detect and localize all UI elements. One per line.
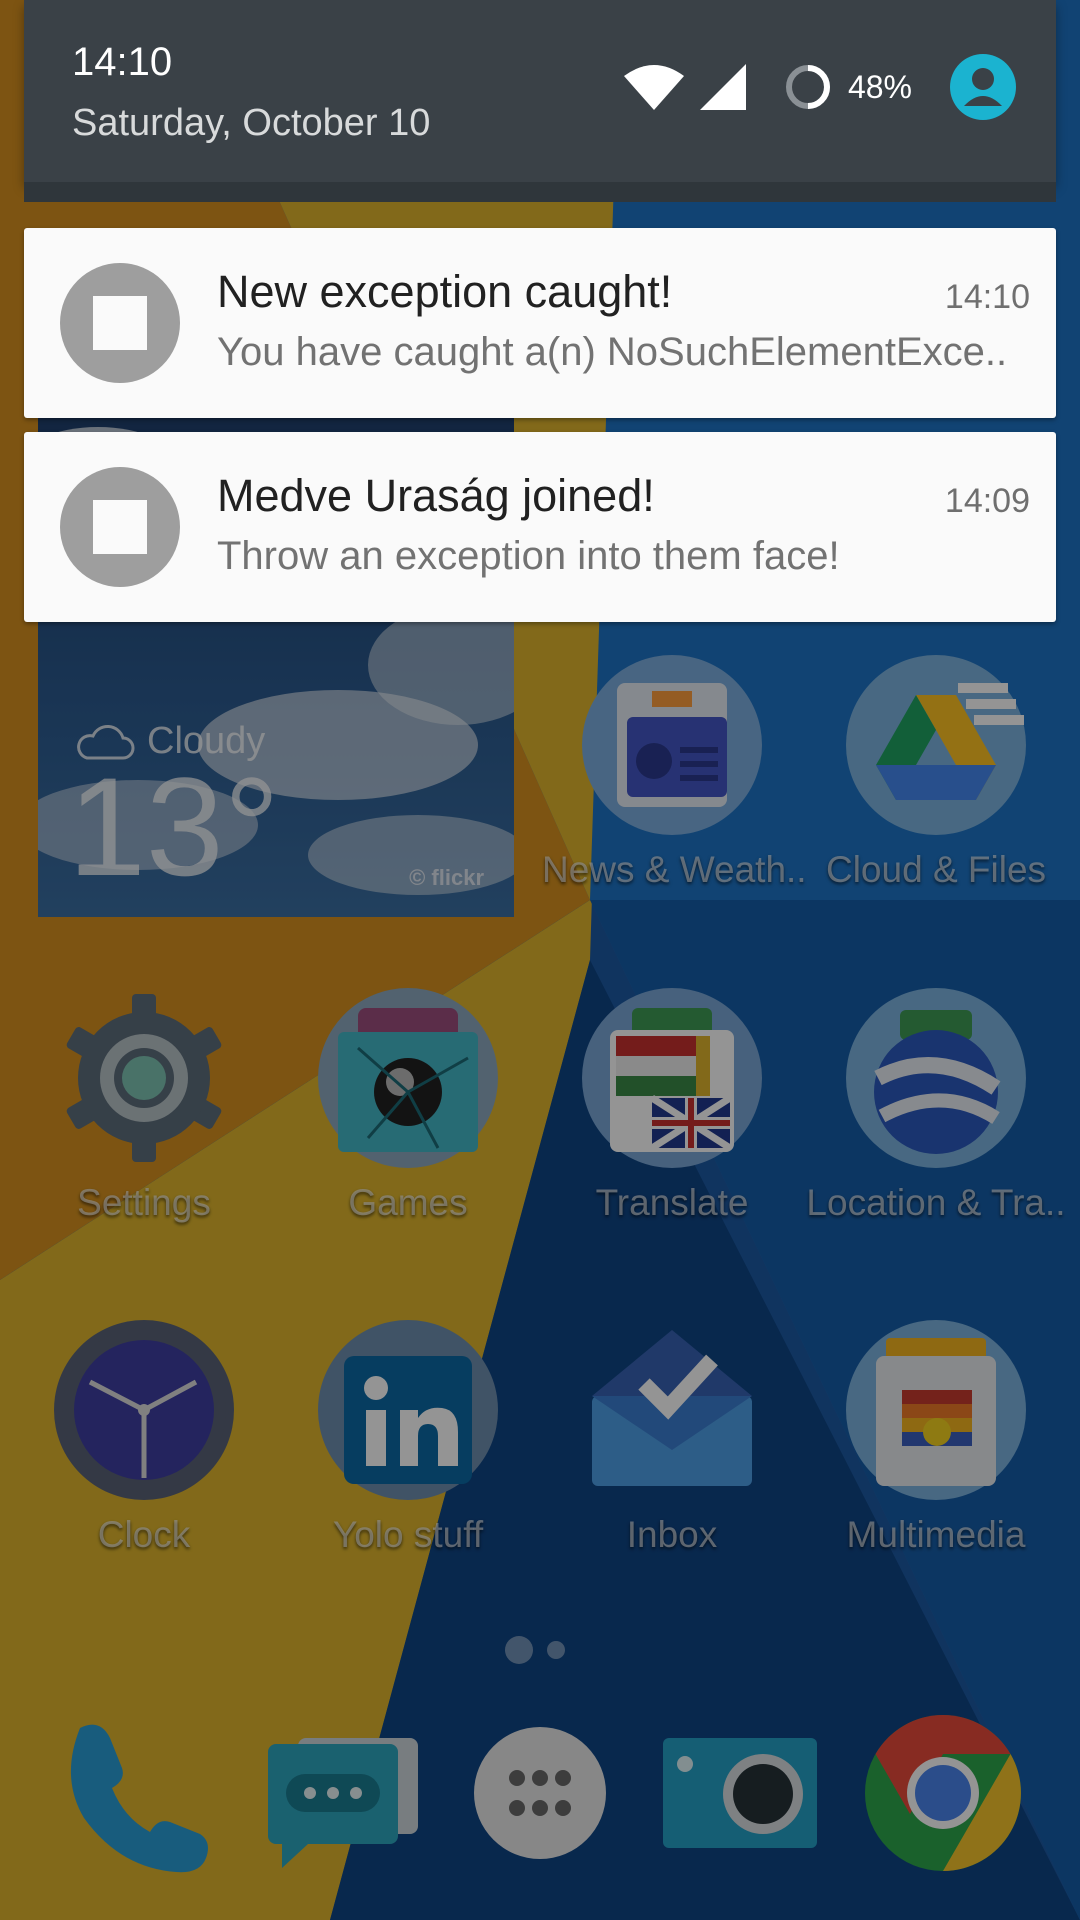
app-square-icon: [60, 263, 180, 383]
header-clock: 14:10: [72, 40, 173, 84]
notification-title: Medve Uraság joined!: [217, 470, 655, 521]
notification-title: New exception caught!: [217, 266, 673, 317]
notification-text: Throw an exception into them face!: [217, 534, 840, 578]
notification-text: You have caught a(n) NoSuchElementExce..: [217, 330, 1008, 374]
status-icons: 48%: [623, 54, 1016, 120]
app-square-icon: [60, 467, 180, 587]
battery-percent: 48%: [847, 68, 912, 105]
notification-card[interactable]: New exception caught! 14:10 You have cau…: [24, 228, 1056, 418]
notification-card[interactable]: Medve Uraság joined! 14:09 Throw an exce…: [24, 432, 1056, 622]
notification-time: 14:10: [944, 278, 1030, 316]
user-avatar-icon[interactable]: [950, 54, 1016, 120]
quick-settings-header[interactable]: 14:10 Saturday, October 10 48%: [24, 0, 1056, 182]
header-shadow-strip: [24, 182, 1056, 202]
battery-icon: [785, 65, 830, 109]
notification-time: 14:09: [944, 482, 1030, 520]
wifi-icon: [623, 65, 684, 110]
header-date[interactable]: Saturday, October 10: [72, 102, 430, 145]
cell-signal-icon: [699, 64, 746, 110]
